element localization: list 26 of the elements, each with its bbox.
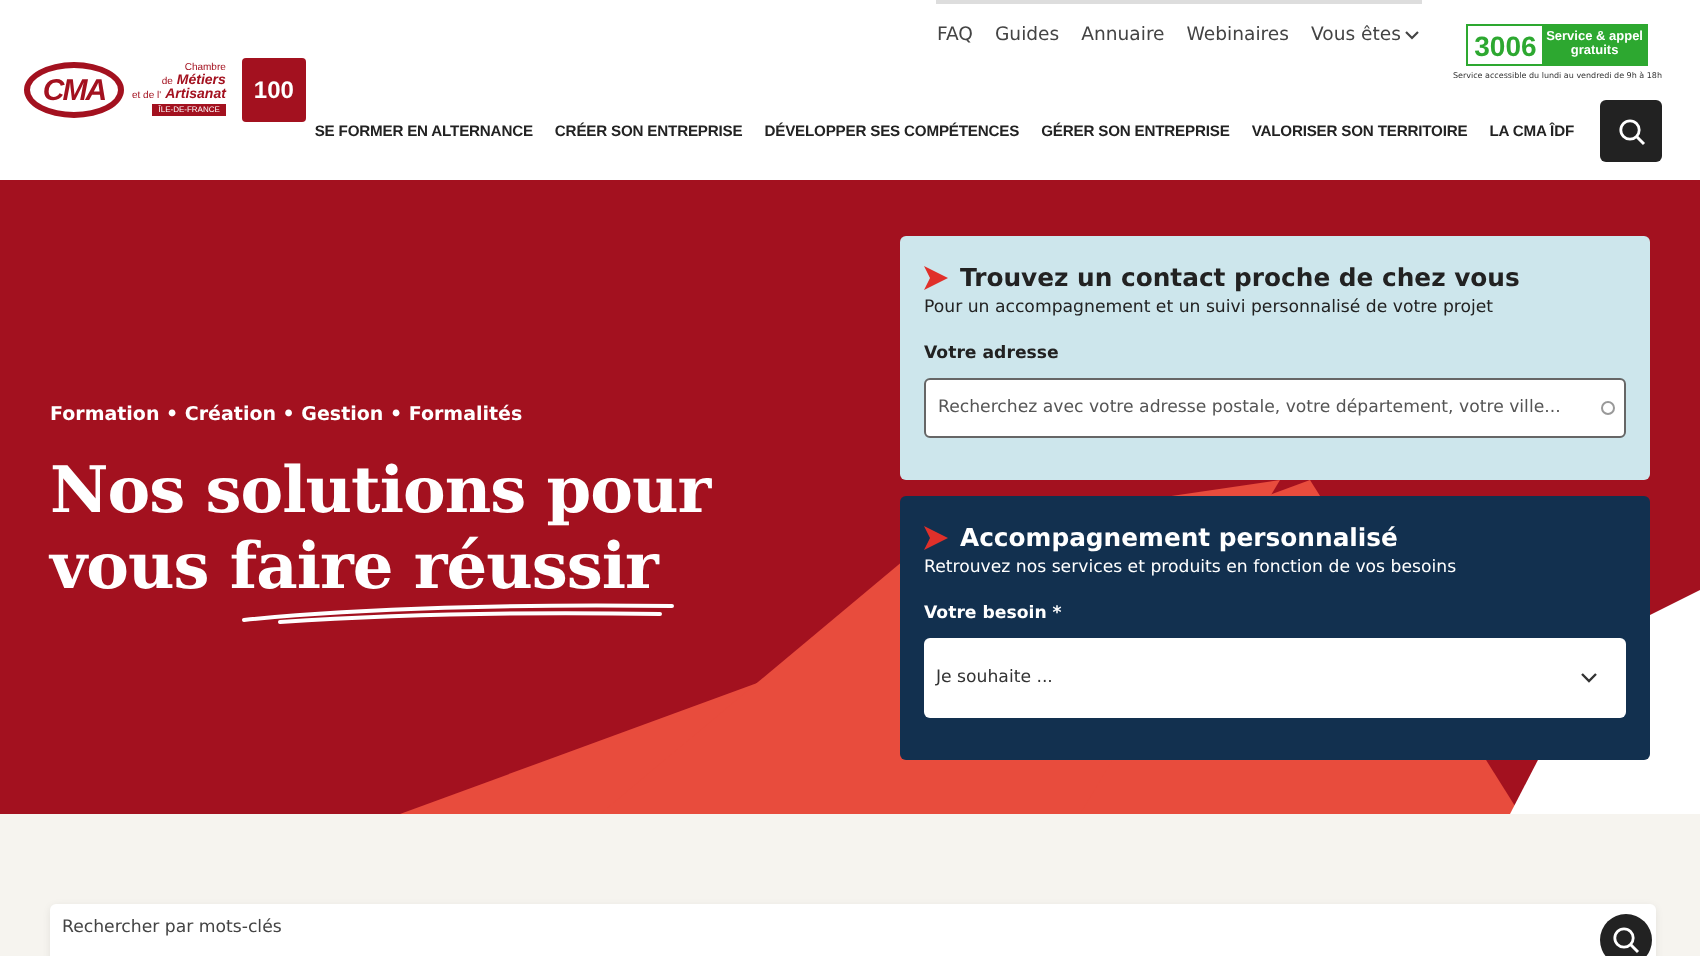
top-link[interactable]: Annuaire bbox=[1081, 24, 1165, 46]
loading-icon bbox=[1600, 400, 1616, 416]
anniversary-badge: 100 bbox=[241, 58, 306, 122]
need-dropdown[interactable]: Je souhaite ... bbox=[924, 638, 1626, 718]
arrow-icon bbox=[924, 265, 948, 289]
chevron-down-icon bbox=[1580, 672, 1598, 684]
card-title: Accompagnement personnalisé bbox=[960, 522, 1398, 552]
chevron-down-icon bbox=[1404, 30, 1421, 40]
search-button[interactable] bbox=[1600, 100, 1662, 162]
arrow-icon bbox=[924, 525, 948, 549]
top-link[interactable]: FAQ bbox=[936, 24, 973, 46]
search-icon bbox=[1617, 117, 1645, 145]
search-icon bbox=[1612, 926, 1640, 954]
card-subtitle: Retrouvez nos services et produits en fonction de vos besoins bbox=[924, 558, 1459, 578]
hero-tagline: Formation • Création • Gestion • Formalités bbox=[50, 404, 525, 426]
keyword-search-field[interactable]: Rechercher par mots-clés bbox=[50, 904, 1656, 956]
top-link[interactable]: Webinaires bbox=[1186, 24, 1289, 46]
top-link[interactable]: Guides bbox=[994, 24, 1060, 46]
field-label: Votre adresse bbox=[924, 344, 1061, 364]
card-title: Trouvez un contact proche de chez vous bbox=[960, 262, 1520, 292]
hero-heading: Nos solutions pour vous faire réussir bbox=[50, 452, 714, 604]
field-label: Votre besoin * bbox=[924, 604, 1064, 624]
logo-initials: CMA bbox=[24, 62, 124, 118]
top-link[interactable]: Vous êtes bbox=[1311, 24, 1421, 46]
address-field[interactable]: Recherchez avec votre adresse postale, votre département, votre ville... bbox=[924, 378, 1626, 438]
card-subtitle: Pour un accompagnement et un suivi personnalisé de votre projet bbox=[924, 298, 1496, 318]
